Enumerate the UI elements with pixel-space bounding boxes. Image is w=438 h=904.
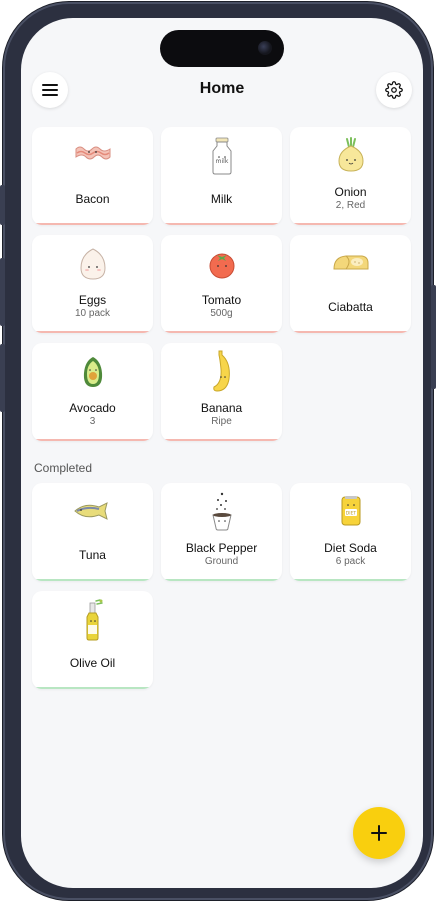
item-detail: 500g — [210, 308, 233, 319]
item-name: Milk — [210, 192, 233, 206]
item-detail: 10 pack — [74, 308, 111, 319]
soda-can-icon: DIET — [341, 496, 360, 526]
item-card-olive-oil[interactable]: Olive Oil — [32, 591, 153, 689]
status-bar — [290, 331, 411, 333]
fish-icon — [73, 502, 108, 520]
app-screen: Home Bacon milk Milk Onion 2, Red Eggs 1… — [21, 18, 423, 888]
completed-section-label: Completed — [34, 461, 93, 475]
item-name: Tomato — [201, 293, 242, 307]
svg-text:milk: milk — [215, 158, 228, 165]
svg-text:DIET: DIET — [345, 511, 356, 517]
dynamic-island — [160, 30, 284, 67]
camera-icon — [258, 41, 272, 55]
settings-button[interactable] — [376, 72, 412, 108]
item-name: Onion — [334, 185, 367, 199]
item-detail: 3 — [89, 416, 96, 427]
bacon-icon — [75, 146, 110, 160]
item-card-bacon[interactable]: Bacon — [32, 127, 153, 225]
status-bar — [32, 331, 153, 333]
item-card-tomato[interactable]: Tomato 500g — [161, 235, 282, 333]
item-name: Black Pepper — [185, 541, 258, 555]
bread-icon — [332, 255, 368, 270]
page-title: Home — [199, 80, 245, 97]
item-detail: 2, Red — [335, 200, 366, 211]
phone-frame: Home Bacon milk Milk Onion 2, Red Eggs 1… — [0, 2, 436, 900]
item-card-onion[interactable]: Onion 2, Red — [290, 127, 411, 225]
add-item-button[interactable] — [353, 807, 405, 859]
item-card-tuna[interactable]: Tuna — [32, 483, 153, 581]
item-detail: Ripe — [211, 416, 232, 427]
item-card-milk[interactable]: milk Milk — [161, 127, 282, 225]
status-bar — [161, 331, 282, 333]
status-bar — [32, 439, 153, 441]
item-name: Avocado — [69, 401, 116, 415]
egg-icon — [79, 248, 106, 280]
item-name: Tuna — [79, 548, 106, 562]
item-card-diet-soda[interactable]: DIET Diet Soda 6 pack — [290, 483, 411, 581]
item-name: Diet Soda — [324, 541, 377, 555]
tomato-icon — [209, 253, 234, 279]
volume-up-button — [0, 258, 5, 326]
status-bar — [290, 223, 411, 225]
onion-icon — [337, 137, 364, 172]
item-card-avocado[interactable]: Avocado 3 — [32, 343, 153, 441]
gear-icon — [385, 81, 403, 99]
item-detail: 6 pack — [335, 556, 366, 567]
item-card-banana[interactable]: Banana Ripe — [161, 343, 282, 441]
action-button — [0, 185, 5, 225]
status-bar — [161, 223, 282, 225]
item-name: Bacon — [75, 192, 110, 206]
item-name: Eggs — [78, 293, 107, 307]
status-bar — [290, 579, 411, 581]
status-bar — [161, 579, 282, 581]
avocado-icon — [83, 357, 102, 387]
power-button — [431, 285, 436, 389]
item-name: Olive Oil — [69, 656, 116, 670]
item-card-black-pepper[interactable]: Black Pepper Ground — [161, 483, 282, 581]
status-bar — [32, 223, 153, 225]
pepper-pot-icon — [211, 492, 232, 531]
item-detail: Ground — [204, 556, 239, 567]
plus-icon — [371, 825, 387, 841]
banana-icon — [212, 350, 230, 392]
status-bar — [32, 687, 153, 689]
item-card-ciabatta[interactable]: Ciabatta — [290, 235, 411, 333]
volume-down-button — [0, 344, 5, 412]
status-bar — [32, 579, 153, 581]
olive-oil-bottle-icon — [86, 599, 103, 641]
item-name: Banana — [200, 401, 243, 415]
item-card-eggs[interactable]: Eggs 10 pack — [32, 235, 153, 333]
milk-bottle-icon: milk — [212, 137, 231, 175]
item-name: Ciabatta — [328, 300, 373, 314]
status-bar — [161, 439, 282, 441]
